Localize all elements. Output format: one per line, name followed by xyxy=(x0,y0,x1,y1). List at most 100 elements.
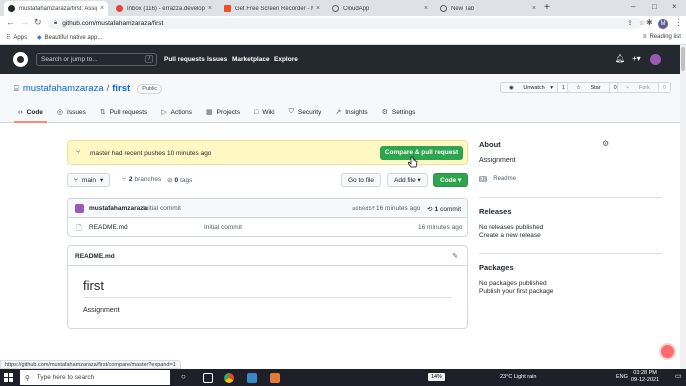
page-scrollbar[interactable] xyxy=(680,45,686,369)
repo-name-link[interactable]: first xyxy=(112,83,130,94)
github-search-input[interactable]: Search or jump to... / xyxy=(36,53,157,66)
reading-list-button[interactable]: ≡ Reading list xyxy=(643,34,681,40)
windows-start-icon[interactable] xyxy=(4,373,13,382)
tab-code[interactable]: ‹› Code xyxy=(14,108,47,123)
nav-issues[interactable]: Issues xyxy=(207,56,227,63)
language-indicator[interactable]: ENG xyxy=(616,374,628,380)
releases-heading[interactable]: Releases xyxy=(479,207,512,216)
file-explorer-icon[interactable] xyxy=(247,373,257,383)
branches-link[interactable]: ⑂ 2 branches xyxy=(122,176,161,183)
publish-package-link[interactable]: Publish your first package xyxy=(479,288,553,295)
bookmark-apps[interactable]: ⠿ Apps xyxy=(6,34,27,42)
file-controls-row: ⑂ main ▾ ⑂ 2 branches ⊘ 0 tags Go to fil… xyxy=(67,173,469,187)
unwatch-button[interactable]: ◉ Unwatch ▾ 1 xyxy=(500,82,571,93)
browser-tab-inbox[interactable]: Inbox (116) - errazza.developer@... × xyxy=(112,1,216,16)
back-icon[interactable]: ← xyxy=(6,17,15,27)
taskbar-search-input[interactable]: ⚲ Type here to search xyxy=(20,370,170,385)
new-tab-button[interactable]: + xyxy=(544,2,550,13)
minimize-icon[interactable]: – xyxy=(631,2,635,11)
maximize-icon[interactable]: □ xyxy=(652,2,657,11)
scrollbar-thumb[interactable] xyxy=(681,47,685,71)
avatar[interactable] xyxy=(75,204,84,213)
share-icon[interactable]: ⇪ xyxy=(627,19,633,27)
notification-center-icon[interactable]: ▭ xyxy=(675,372,682,380)
commit-message[interactable]: Initial commit xyxy=(143,205,181,212)
branch-select-button[interactable]: ⑂ main ▾ xyxy=(67,173,111,187)
task-view-icon[interactable] xyxy=(203,373,213,383)
commit-history-link[interactable]: ⟲ 1 commit xyxy=(427,205,461,214)
forward-icon[interactable]: → xyxy=(20,17,29,27)
close-icon[interactable]: × xyxy=(208,5,212,12)
browser-tab-cloudapp[interactable]: CloudApp × xyxy=(328,1,432,16)
readme-link[interactable]: 📖︎ Readme xyxy=(479,175,516,183)
app-icon[interactable] xyxy=(270,373,280,383)
github-logo-icon[interactable] xyxy=(13,52,28,67)
star-button[interactable]: ☆ Star 0 xyxy=(567,82,622,93)
fork-button[interactable]: ⑂ Fork 0 xyxy=(617,82,671,93)
close-icon[interactable]: × xyxy=(316,5,320,12)
tags-link[interactable]: ⊘ 0 tags xyxy=(167,176,192,185)
add-file-button[interactable]: Add file ▾ xyxy=(387,173,428,187)
nav-marketplace[interactable]: Marketplace xyxy=(232,56,270,63)
profile-avatar[interactable]: M xyxy=(658,19,668,29)
visibility-badge: Public xyxy=(137,83,163,94)
tab-pull-requests[interactable]: ⇅ Pull requests xyxy=(100,108,147,122)
pull-request-icon: ⇅ xyxy=(99,109,106,116)
go-to-file-button[interactable]: Go to file xyxy=(341,173,382,187)
battery-indicator[interactable]: 14% xyxy=(428,373,446,381)
browser-tab-github[interactable]: mustafahamzaraza/first: Assignm... × xyxy=(4,1,108,16)
create-release-link[interactable]: Create a new release xyxy=(479,232,541,239)
tab-actions[interactable]: ▷ Actions xyxy=(161,108,192,122)
cortana-icon[interactable]: ○ xyxy=(181,372,186,381)
nav-pull-requests[interactable]: Pull requests xyxy=(164,56,205,63)
user-avatar[interactable] xyxy=(650,54,661,65)
bookmark-beautiful-native-app[interactable]: ◆ Beautiful native app... xyxy=(37,34,102,42)
tab-wiki[interactable]: □ Wiki xyxy=(254,108,275,122)
extensions-icon[interactable]: ✱ xyxy=(646,18,653,27)
clock[interactable]: 03:28 PM 09-12-2021 xyxy=(631,370,659,384)
tab-label: Insights xyxy=(345,108,368,116)
file-commit-message[interactable]: Initial commit xyxy=(204,224,242,231)
pencil-edit-icon[interactable]: ✎ xyxy=(452,252,458,260)
eye-icon: ◉ xyxy=(509,85,516,91)
close-window-icon[interactable]: × xyxy=(672,2,677,11)
add-file-label: Add file xyxy=(394,176,416,184)
commit-author[interactable]: mustafahamzaraza xyxy=(89,205,147,212)
tab-settings[interactable]: ⚙ Settings xyxy=(382,108,416,122)
unwatch-label: Unwatch xyxy=(523,85,545,91)
screen-record-button[interactable] xyxy=(659,343,676,360)
weather-text[interactable]: 23°C Light rain xyxy=(500,374,536,380)
reload-icon[interactable]: ↻ xyxy=(34,17,42,28)
bookmark-star-icon[interactable]: ☆ xyxy=(639,19,645,27)
tab-title: New Tab xyxy=(451,5,475,12)
tab-label: Pull requests xyxy=(109,108,148,116)
close-icon[interactable]: × xyxy=(532,5,536,12)
latest-commit-row: mustafahamzaraza Initial commit a6b0d5f … xyxy=(68,199,467,218)
compare-pull-request-button[interactable]: Compare & pull request xyxy=(380,146,463,160)
commit-sha[interactable]: a6b0d5f xyxy=(352,205,375,212)
gear-icon[interactable]: ⚙ xyxy=(602,139,609,148)
close-icon[interactable]: × xyxy=(100,5,104,12)
browser-tab-screen-recorder[interactable]: Get Free Screen Recorder - Micr... × xyxy=(220,1,324,16)
file-name[interactable]: README.md xyxy=(89,224,128,231)
notifications-bell-icon[interactable]: 🔔︎ xyxy=(615,54,625,63)
code-button-label: Code xyxy=(440,176,457,184)
browser-tab-new-tab[interactable]: New Tab × xyxy=(436,1,540,16)
tab-security[interactable]: ⛉ Security xyxy=(289,108,322,122)
tab-insights[interactable]: ↗ Insights xyxy=(335,108,367,122)
pointer-cursor-icon xyxy=(408,156,418,168)
star-icon: ☆ xyxy=(576,85,583,91)
table-row[interactable]: 🗋︎ README.md Initial commit 16 minutes a… xyxy=(68,219,467,237)
url-field[interactable]: 🔒︎ github.com/mustafahamzaraza/first ⇪ ☆ xyxy=(48,18,645,29)
create-new-plus-icon[interactable]: +▾ xyxy=(632,54,641,63)
close-icon[interactable]: × xyxy=(424,5,428,12)
browser-menu-icon[interactable]: ⋮ xyxy=(674,17,683,28)
tab-projects[interactable]: ▦ Projects xyxy=(206,108,240,122)
repo-owner-link[interactable]: mustafahamzaraza xyxy=(23,83,104,94)
code-button[interactable]: Code ▾ xyxy=(433,173,469,187)
chrome-icon[interactable] xyxy=(224,373,234,383)
pushed-branch-name: master xyxy=(90,150,110,157)
tab-issues[interactable]: ◎ Issues xyxy=(57,108,86,122)
nav-explore[interactable]: Explore xyxy=(274,56,298,63)
packages-heading[interactable]: Packages xyxy=(479,263,514,272)
